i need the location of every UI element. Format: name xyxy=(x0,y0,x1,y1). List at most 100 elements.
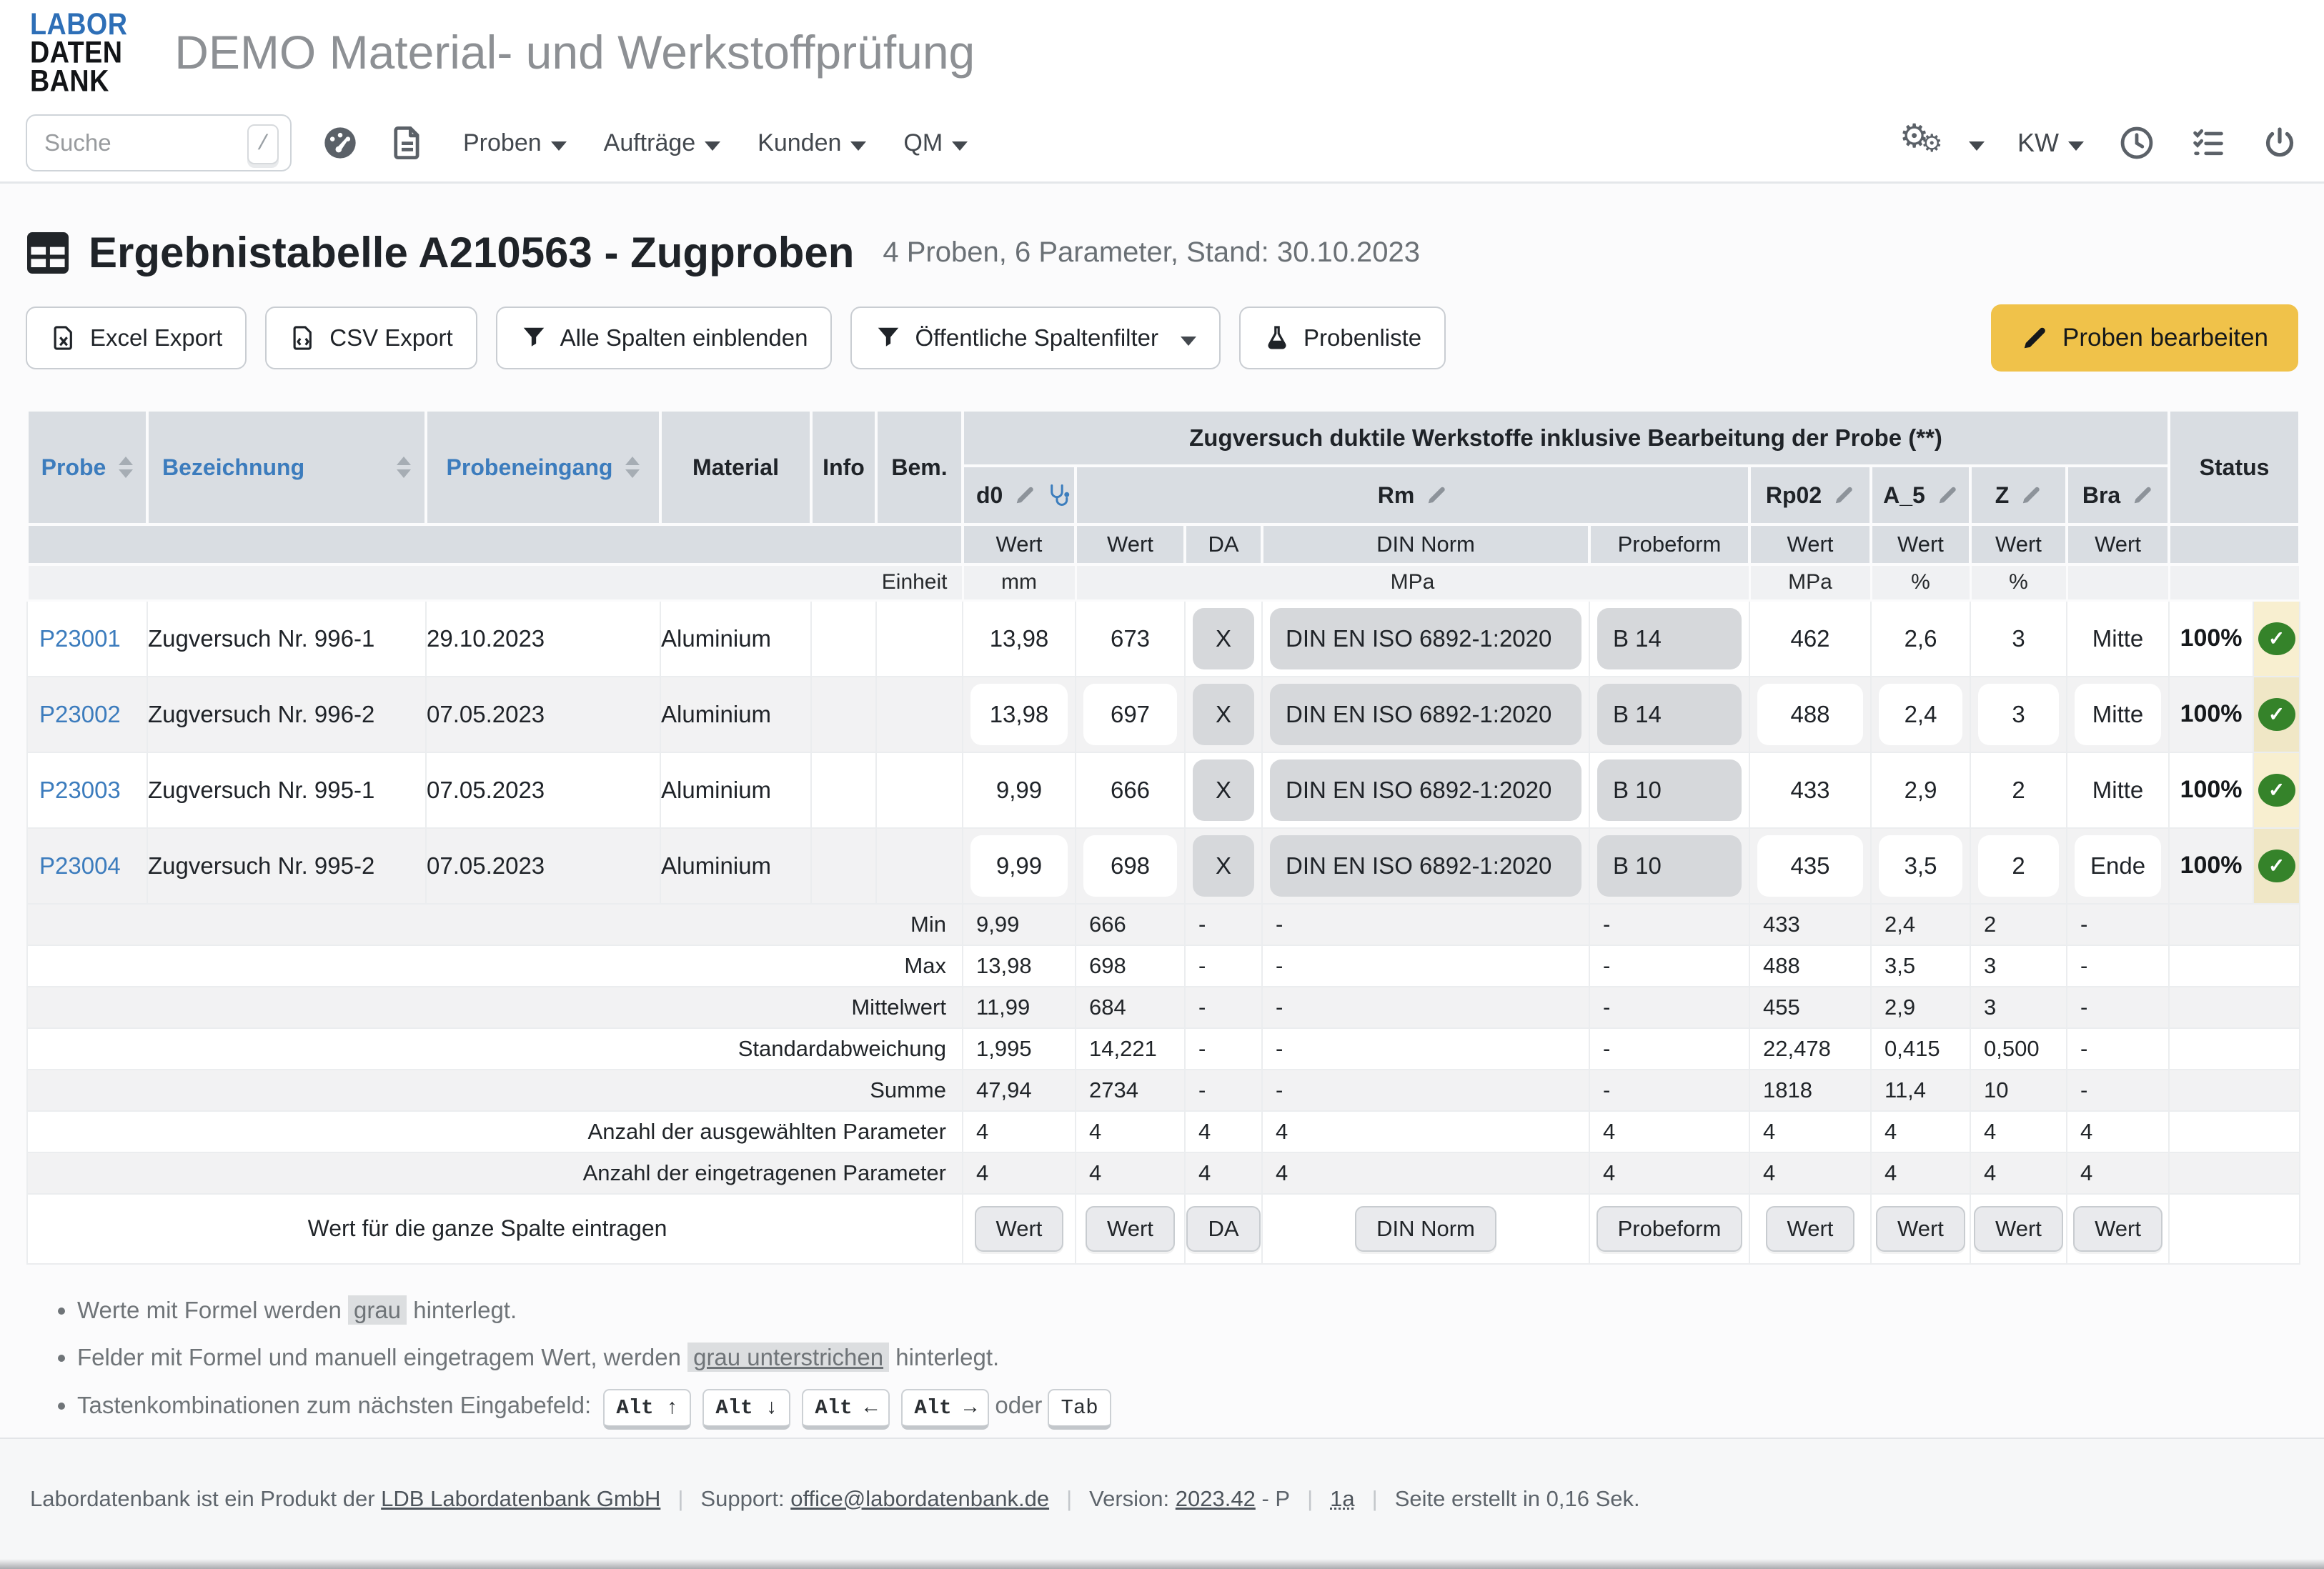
clock-icon[interactable] xyxy=(2118,124,2155,161)
col-header-probe[interactable]: Probe xyxy=(27,410,147,524)
bezeichnung-cell: Zugversuch Nr. 995-1 xyxy=(147,752,426,828)
formula-field[interactable]: DIN EN ISO 6892-1:2020 xyxy=(1270,759,1581,821)
probe-link[interactable]: P23004 xyxy=(28,852,121,879)
formula-field[interactable]: B 10 xyxy=(1597,835,1742,897)
formula-field[interactable]: X xyxy=(1193,835,1254,897)
show-all-columns-button[interactable]: Alle Spalten einblenden xyxy=(496,307,833,369)
public-column-filter-button[interactable]: Öffentliche Spaltenfilter xyxy=(850,307,1221,369)
pencil-icon[interactable] xyxy=(2132,484,2153,506)
value-input[interactable]: 698 xyxy=(1083,835,1177,897)
menu-qm[interactable]: QM xyxy=(903,129,968,157)
formula-field[interactable]: X xyxy=(1193,684,1254,745)
value-input[interactable]: Mitte xyxy=(2075,608,2161,669)
formula-field[interactable]: X xyxy=(1193,759,1254,821)
value-input[interactable]: Mitte xyxy=(2075,759,2161,821)
value-input[interactable]: 2,6 xyxy=(1879,608,1962,669)
excel-export-button[interactable]: Excel Export xyxy=(26,307,247,369)
pencil-icon[interactable] xyxy=(1833,484,1854,506)
support-email-link[interactable]: office@labordatenbank.de xyxy=(790,1486,1049,1512)
value-input[interactable]: 3 xyxy=(1978,608,2059,669)
probenliste-button[interactable]: Probenliste xyxy=(1239,307,1446,369)
probeform-cell: B 14 xyxy=(1589,677,1749,752)
value-input[interactable]: 2,9 xyxy=(1879,759,1962,821)
value-input[interactable]: 697 xyxy=(1083,684,1177,745)
pencil-icon[interactable] xyxy=(1014,484,1036,506)
stat-value: 4 xyxy=(1871,1152,1970,1194)
value-input[interactable]: 2 xyxy=(1978,835,2059,897)
pencil-icon[interactable] xyxy=(2020,484,2042,506)
value-input[interactable]: 3 xyxy=(1978,684,2059,745)
search-input[interactable] xyxy=(43,129,207,157)
fill-column-button[interactable]: Probeform xyxy=(1596,1206,1743,1252)
value-input[interactable]: 9,99 xyxy=(970,759,1068,821)
formula-field[interactable]: B 14 xyxy=(1597,608,1742,669)
value-input[interactable]: 433 xyxy=(1757,759,1863,821)
fill-column-button[interactable]: Wert xyxy=(1766,1206,1855,1252)
formula-field[interactable]: B 10 xyxy=(1597,759,1742,821)
tasks-icon[interactable] xyxy=(2190,124,2227,161)
value-input[interactable]: 435 xyxy=(1757,835,1863,897)
formula-field[interactable]: DIN EN ISO 6892-1:2020 xyxy=(1270,608,1581,669)
pencil-icon[interactable] xyxy=(1426,484,1447,506)
stat-row: Max13,98698---4883,53- xyxy=(27,945,2300,987)
value-input[interactable]: Ende xyxy=(2075,835,2161,897)
document-icon[interactable] xyxy=(389,124,426,161)
sort-icon xyxy=(625,457,640,478)
probe-link[interactable]: P23002 xyxy=(28,701,121,727)
formula-field[interactable]: X xyxy=(1193,608,1254,669)
fill-column-button[interactable]: Wert xyxy=(1974,1206,2063,1252)
stat-value: 4 xyxy=(963,1152,1076,1194)
navbar: / Proben Aufträge Kunden QM ⚙⚙ KW xyxy=(0,104,2324,184)
stethoscope-icon[interactable] xyxy=(1047,482,1073,508)
fill-column-button[interactable]: Wert xyxy=(1086,1206,1175,1252)
fill-column-button[interactable]: Wert xyxy=(1876,1206,1965,1252)
col-header-label: Probeneingang xyxy=(447,454,613,481)
csv-export-button[interactable]: CSV Export xyxy=(265,307,477,369)
stat-value: - xyxy=(1589,987,1749,1028)
d0-cell: 13,98 xyxy=(963,677,1076,752)
fill-column-button[interactable]: Wert xyxy=(975,1206,1064,1252)
menu-proben[interactable]: Proben xyxy=(463,129,567,157)
company-link[interactable]: LDB Labordatenbank GmbH xyxy=(381,1486,660,1512)
din-norm-cell: DIN EN ISO 6892-1:2020 xyxy=(1262,752,1589,828)
d0-cell: 9,99 xyxy=(963,752,1076,828)
value-input[interactable]: 666 xyxy=(1083,759,1177,821)
probeneingang-cell: 07.05.2023 xyxy=(426,677,660,752)
bra-cell: Mitte xyxy=(2067,752,2169,828)
menu-kunden[interactable]: Kunden xyxy=(758,129,866,157)
value-input[interactable]: 13,98 xyxy=(970,608,1068,669)
fill-column-button[interactable]: DA xyxy=(1186,1206,1260,1252)
pencil-icon[interactable] xyxy=(1937,484,1958,506)
stat-row: Anzahl der eingetragenen Parameter444444… xyxy=(27,1152,2300,1194)
value-input[interactable]: 462 xyxy=(1757,608,1863,669)
version-link[interactable]: 2023.42 xyxy=(1176,1486,1256,1512)
value-input[interactable]: 673 xyxy=(1083,608,1177,669)
fill-column-button[interactable]: DIN Norm xyxy=(1355,1206,1496,1252)
labordatenbank-logo[interactable]: LABOR DATEN BANK xyxy=(30,9,127,95)
power-icon[interactable] xyxy=(2261,124,2298,161)
formula-field[interactable]: DIN EN ISO 6892-1:2020 xyxy=(1270,684,1581,745)
value-input[interactable]: Mitte xyxy=(2075,684,2161,745)
menu-auftraege[interactable]: Aufträge xyxy=(604,129,721,157)
col-header-probeneingang[interactable]: Probeneingang xyxy=(426,410,660,524)
formula-field[interactable]: DIN EN ISO 6892-1:2020 xyxy=(1270,835,1581,897)
stat-row: Min9,99666---4332,42- xyxy=(27,904,2300,945)
probe-link[interactable]: P23003 xyxy=(28,777,121,803)
formula-field[interactable]: B 14 xyxy=(1597,684,1742,745)
settings-menu[interactable]: ⚙⚙ xyxy=(1900,121,1985,165)
revision-link[interactable]: 1a xyxy=(1330,1486,1354,1512)
value-input[interactable]: 13,98 xyxy=(970,684,1068,745)
status-percent: 100% xyxy=(2169,828,2253,904)
col-header-bezeichnung[interactable]: Bezeichnung xyxy=(147,410,426,524)
probe-link[interactable]: P23001 xyxy=(28,625,121,652)
stat-value: - xyxy=(1589,904,1749,945)
value-input[interactable]: 9,99 xyxy=(970,835,1068,897)
value-input[interactable]: 2 xyxy=(1978,759,2059,821)
fill-column-button[interactable]: Wert xyxy=(2073,1206,2162,1252)
dashboard-icon[interactable] xyxy=(322,124,359,161)
kw-dropdown[interactable]: KW xyxy=(2017,128,2084,158)
value-input[interactable]: 3,5 xyxy=(1879,835,1962,897)
edit-samples-button[interactable]: Proben bearbeiten xyxy=(1991,304,2298,372)
value-input[interactable]: 2,4 xyxy=(1879,684,1962,745)
value-input[interactable]: 488 xyxy=(1757,684,1863,745)
